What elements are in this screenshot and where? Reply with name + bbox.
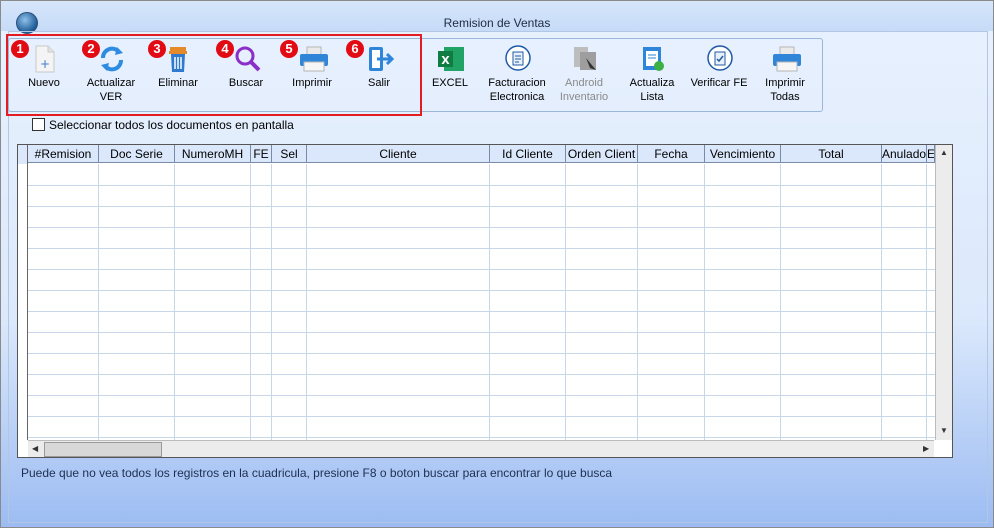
column-header-total[interactable]: Total xyxy=(781,145,882,163)
main-window: Remision de Ventas 1 2 3 4 5 6 + Nuevo A… xyxy=(0,0,994,528)
update-list-button-label: Actualiza Lista xyxy=(629,77,675,103)
android-inventory-button[interactable]: Android Inventario xyxy=(549,44,619,104)
excel-button-label: EXCEL xyxy=(431,77,469,89)
grid-row-line xyxy=(28,437,935,438)
grid-column-line xyxy=(271,164,272,440)
column-header-sel[interactable]: Sel xyxy=(272,145,307,163)
grid-row-line xyxy=(28,248,935,249)
select-all-row[interactable]: Seleccionar todos los documentos en pant… xyxy=(32,118,294,132)
grid-column-line xyxy=(926,164,927,440)
excel-icon: X xyxy=(436,44,464,74)
column-header-remision[interactable]: #Remision xyxy=(28,145,99,163)
grid-corner xyxy=(18,145,28,164)
grid-column-line xyxy=(780,164,781,440)
grid-row-line xyxy=(28,227,935,228)
grid-row-line xyxy=(28,416,935,417)
print-all-button-label: Imprimir Todas xyxy=(765,77,805,103)
print-all-icon xyxy=(771,44,801,74)
grid-row-line xyxy=(28,353,935,354)
horizontal-scroll-thumb[interactable] xyxy=(44,442,162,457)
scroll-left-icon[interactable]: ◀ xyxy=(32,444,38,453)
column-header-fecha[interactable]: Fecha xyxy=(638,145,705,163)
grid-row-line xyxy=(28,332,935,333)
grid-column-line xyxy=(637,164,638,440)
grid-column-line xyxy=(489,164,490,440)
horizontal-scrollbar[interactable]: ◀ ▶ xyxy=(28,440,934,457)
e-invoice-icon xyxy=(503,44,531,74)
verify-fe-button[interactable]: Verificar FE xyxy=(684,44,754,90)
column-header-cliente[interactable]: Cliente xyxy=(307,145,490,163)
column-header-id-cliente[interactable]: Id Cliente xyxy=(490,145,566,163)
column-header-doc-serie[interactable]: Doc Serie xyxy=(99,145,175,163)
grid-column-line xyxy=(250,164,251,440)
grid-row-line xyxy=(28,206,935,207)
grid-column-line xyxy=(98,164,99,440)
verify-fe-button-label: Verificar FE xyxy=(690,77,748,89)
print-all-button[interactable]: Imprimir Todas xyxy=(750,44,820,104)
highlight-box xyxy=(6,34,422,116)
android-inventory-icon xyxy=(570,44,598,74)
update-list-button[interactable]: Actualiza Lista xyxy=(617,44,687,104)
update-list-icon xyxy=(638,44,666,74)
column-header-fe[interactable]: FE xyxy=(251,145,272,163)
grid-row-line xyxy=(28,290,935,291)
column-header-vencimiento[interactable]: Vencimiento xyxy=(705,145,781,163)
column-header-numero-mh[interactable]: NumeroMH xyxy=(175,145,251,163)
select-all-checkbox[interactable] xyxy=(32,118,45,131)
grid-column-line xyxy=(881,164,882,440)
column-header-e[interactable]: E xyxy=(927,145,935,163)
column-header-orden-cliente[interactable]: Orden Client xyxy=(566,145,638,163)
select-all-label: Seleccionar todos los documentos en pant… xyxy=(49,118,294,132)
row-selector-column[interactable] xyxy=(18,164,28,440)
grid-row-line xyxy=(28,374,935,375)
window-title: Remision de Ventas xyxy=(443,16,551,30)
grid-column-line xyxy=(306,164,307,440)
column-header-anulado[interactable]: Anulado xyxy=(882,145,927,163)
scroll-up-icon[interactable]: ▲ xyxy=(940,148,948,157)
svg-text:X: X xyxy=(441,54,450,67)
grid-row-line xyxy=(28,185,935,186)
grid-column-line xyxy=(704,164,705,440)
grid-column-line xyxy=(174,164,175,440)
title-bar: Remision de Ventas xyxy=(1,1,993,34)
verify-fe-icon xyxy=(705,44,733,74)
grid-column-line xyxy=(565,164,566,440)
android-inventory-button-label: Android Inventario xyxy=(559,77,609,103)
grid-row-line xyxy=(28,395,935,396)
scroll-right-icon[interactable]: ▶ xyxy=(923,444,929,453)
remision-grid[interactable]: #Remision Doc Serie NumeroMH FE Sel Clie… xyxy=(17,144,953,458)
e-invoice-button[interactable]: Facturacion Electronica xyxy=(482,44,552,104)
grid-row-line xyxy=(28,269,935,270)
grid-row-line xyxy=(28,311,935,312)
vertical-scrollbar[interactable]: ▲ ▼ xyxy=(935,145,952,440)
excel-button[interactable]: X EXCEL xyxy=(415,44,485,90)
status-message: Puede que no vea todos los registros en … xyxy=(21,466,613,480)
scroll-down-icon[interactable]: ▼ xyxy=(940,426,948,435)
e-invoice-button-label: Facturacion Electronica xyxy=(488,77,546,103)
